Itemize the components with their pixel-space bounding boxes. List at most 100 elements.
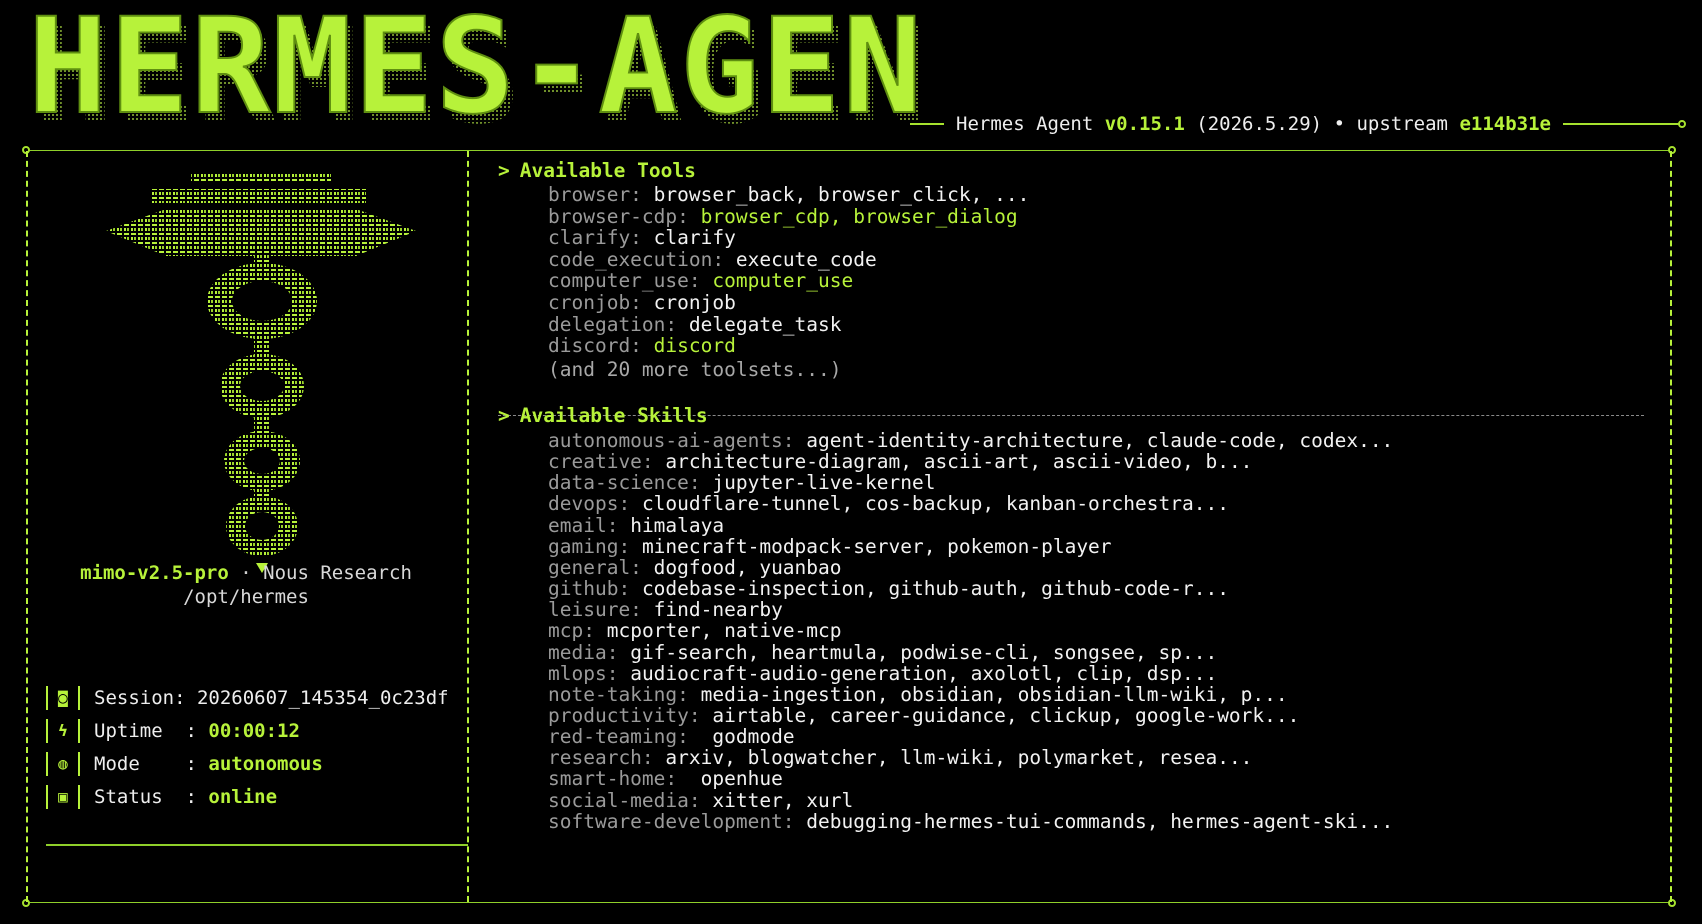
skill-category: gaming: bbox=[548, 534, 631, 558]
skill-values: architecture-diagram, ascii-art, ascii-v… bbox=[665, 450, 1253, 474]
version-number: v0.15.1 bbox=[1104, 113, 1185, 135]
skill-category: email: bbox=[548, 513, 619, 537]
version-rule-right bbox=[1562, 123, 1679, 125]
install-path: /opt/hermes bbox=[183, 586, 309, 608]
skill-category: software-development: bbox=[548, 809, 795, 833]
skill-values: arxiv, blogwatcher, llm-wiki, polymarket… bbox=[665, 746, 1253, 770]
info-label: Status : bbox=[94, 785, 197, 808]
skill-category: general: bbox=[548, 555, 642, 579]
tool-row: code_execution: execute_code bbox=[548, 248, 877, 271]
banner-title: HERMES-AGENT bbox=[28, 6, 920, 134]
tools-more: (and 20 more toolsets...) bbox=[548, 358, 842, 381]
rule-end-dot bbox=[1677, 120, 1686, 128]
skill-row: mlops: audiocraft-audio-generation, axol… bbox=[548, 662, 1217, 685]
skill-values: debugging-hermes-tui-commands, hermes-ag… bbox=[806, 809, 1394, 833]
info-label: Session: bbox=[94, 686, 186, 709]
tool-values: delegate_task bbox=[688, 312, 842, 336]
skill-row: leisure: find-nearby bbox=[548, 598, 783, 621]
skill-values: mcporter, native-mcp bbox=[606, 619, 842, 643]
tool-values: execute_code bbox=[735, 247, 877, 271]
skill-row: devops: cloudflare-tunnel, cos-backup, k… bbox=[548, 492, 1229, 515]
model-separator: · bbox=[240, 562, 252, 584]
skill-values: airtable, career-guidance, clickup, goog… bbox=[712, 703, 1300, 727]
skill-row: red-teaming: godmode bbox=[548, 725, 795, 748]
skill-values: dogfood, yuanbao bbox=[653, 555, 842, 579]
skill-row: research: arxiv, blogwatcher, llm-wiki, … bbox=[548, 746, 1252, 769]
bullet: • bbox=[1333, 113, 1346, 135]
install-path-line: /opt/hermes bbox=[26, 586, 466, 608]
skill-category: data-science: bbox=[548, 471, 701, 495]
skill-category: creative: bbox=[548, 450, 654, 474]
skill-values: audiocraft-audio-generation, axolotl, cl… bbox=[630, 661, 1218, 685]
skill-category: devops: bbox=[548, 492, 631, 516]
skill-category: red-teaming: bbox=[548, 725, 689, 749]
tool-row: cronjob: cronjob bbox=[548, 291, 736, 314]
tool-category: cronjob: bbox=[548, 291, 642, 314]
frame-divider bbox=[467, 151, 469, 902]
skills-heading: > Available Skills bbox=[498, 404, 708, 427]
tools-title: Available Tools bbox=[519, 159, 696, 182]
skill-category: mlops: bbox=[548, 661, 619, 685]
skill-values: minecraft-modpack-server, pokemon-player bbox=[641, 534, 1112, 558]
skill-row: media: gif-search, heartmula, podwise-cl… bbox=[548, 641, 1217, 664]
chevron-right-icon: > bbox=[498, 404, 510, 427]
brain-icon: ◍ bbox=[46, 751, 80, 776]
skill-row: autonomous-ai-agents: agent-identity-arc… bbox=[548, 429, 1393, 452]
frame-border-left bbox=[26, 151, 28, 902]
tool-category: computer_use: bbox=[548, 269, 701, 293]
left-panel-rule bbox=[46, 844, 468, 846]
tool-row: browser-cdp: browser_cdp, browser_dialog bbox=[548, 205, 1018, 228]
tool-row: delegation: delegate_task bbox=[548, 313, 842, 336]
skill-values: himalaya bbox=[630, 513, 725, 537]
tool-category: discord: bbox=[548, 334, 642, 358]
tool-category: clarify: bbox=[548, 226, 642, 250]
skill-row: productivity: airtable, career-guidance,… bbox=[548, 704, 1299, 727]
tool-values: browser_back, browser_click, ... bbox=[653, 183, 1030, 206]
info-row-mode: ◍ Mode : autonomous bbox=[46, 747, 466, 780]
skill-values: openhue bbox=[688, 767, 783, 791]
skill-row: general: dogfood, yuanbao bbox=[548, 556, 842, 579]
skill-values: codebase-inspection, github-auth, github… bbox=[641, 577, 1229, 601]
tool-row: clarify: clarify bbox=[548, 226, 736, 249]
skill-category: note-taking: bbox=[548, 682, 689, 706]
mode-value: autonomous bbox=[208, 752, 323, 775]
upstream-label: upstream bbox=[1356, 113, 1448, 135]
skill-values: find-nearby bbox=[653, 598, 783, 622]
tool-category: browser-cdp: bbox=[548, 204, 689, 228]
skill-row: github: codebase-inspection, github-auth… bbox=[548, 577, 1229, 600]
lightning-icon: ϟ bbox=[46, 718, 80, 743]
skill-category: github: bbox=[548, 577, 631, 601]
skill-row: creative: architecture-diagram, ascii-ar… bbox=[548, 450, 1252, 473]
skill-category: mcp: bbox=[548, 619, 595, 643]
skill-row: data-science: jupyter-live-kernel bbox=[548, 471, 935, 494]
tool-values: clarify bbox=[653, 226, 736, 250]
session-icon: ◙ bbox=[46, 685, 80, 710]
tools-heading: > Available Tools bbox=[498, 159, 696, 182]
upstream-hash: e114b31e bbox=[1459, 113, 1551, 135]
info-label: Mode : bbox=[94, 752, 197, 775]
provider-name: Nous Research bbox=[263, 562, 412, 584]
skill-row: note-taking: media-ingestion, obsidian, … bbox=[548, 683, 1288, 706]
skill-category: leisure: bbox=[548, 598, 642, 622]
tool-category: code_execution: bbox=[548, 247, 725, 271]
tool-values: computer_use bbox=[712, 269, 854, 293]
tool-category: delegation: bbox=[548, 312, 678, 336]
tool-values: browser_cdp, browser_dialog bbox=[700, 204, 1018, 228]
tool-row: discord: discord bbox=[548, 334, 736, 357]
skill-row: social-media: xitter, xurl bbox=[548, 789, 853, 812]
frame-border-right bbox=[1670, 151, 1672, 902]
info-list: ◙ Session: 20260607_145354_0c23df ϟ Upti… bbox=[46, 681, 466, 813]
session-id: 20260607_145354_0c23df bbox=[196, 686, 449, 709]
version-line: Hermes Agent v0.15.1 (2026.5.29) • upstr… bbox=[910, 110, 1686, 138]
skill-row: gaming: minecraft-modpack-server, pokemo… bbox=[548, 535, 1112, 558]
skill-category: autonomous-ai-agents: bbox=[548, 429, 795, 452]
tool-values: cronjob bbox=[653, 291, 736, 314]
main-frame: mimo-v2.5-pro · Nous Research /opt/herme… bbox=[22, 146, 1676, 907]
skill-row: email: himalaya bbox=[548, 514, 724, 537]
skill-row: smart-home: openhue bbox=[548, 767, 783, 790]
status-value: online bbox=[208, 785, 278, 808]
skill-category: social-media: bbox=[548, 788, 701, 812]
skill-row: mcp: mcporter, native-mcp bbox=[548, 619, 842, 642]
banner-logo: HERMES-AGENT HERMES-AGENT bbox=[20, 6, 920, 134]
skill-category: media: bbox=[548, 640, 619, 664]
